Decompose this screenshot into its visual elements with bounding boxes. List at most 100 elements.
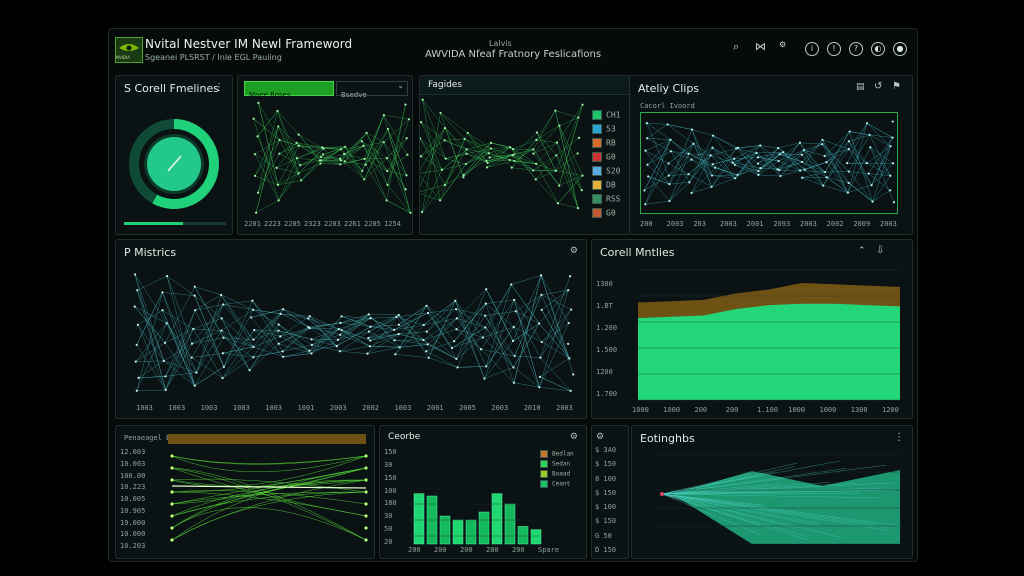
mesh-edge	[311, 329, 340, 354]
mesh-node	[257, 101, 260, 104]
settings-icon[interactable]: ⚙	[779, 40, 786, 49]
mesh-edge	[557, 203, 579, 209]
header-center-title: AWVIDA Nfeaf Fratnory Feslicafions	[425, 49, 602, 60]
bar	[504, 503, 516, 545]
mesh-node	[133, 305, 136, 308]
mesh-node	[426, 343, 429, 346]
bar-x-axis: 200 200 200 200 200 Spare	[408, 546, 559, 556]
mesh-edge	[195, 294, 222, 311]
mesh-node	[821, 138, 824, 142]
mesh-edge	[669, 182, 690, 185]
legend-item[interactable]: G0	[592, 208, 616, 220]
mesh-node	[757, 173, 760, 176]
mesh-edge	[512, 139, 537, 150]
mesh-node	[567, 289, 570, 292]
mesh-node	[369, 325, 372, 328]
legend-item[interactable]: 53	[592, 124, 616, 136]
flow-node	[170, 502, 174, 506]
mesh-node	[511, 339, 515, 343]
legend-swatch	[540, 450, 548, 458]
mesh-node	[781, 151, 785, 154]
mesh-node	[570, 308, 573, 311]
info-icon[interactable]: i	[805, 42, 819, 56]
flow-node	[170, 490, 174, 494]
mesh-edge	[711, 174, 738, 176]
mesh-node	[386, 169, 389, 173]
mesh-edge	[713, 135, 737, 149]
mesh-node	[736, 173, 739, 177]
mesh-edge	[165, 310, 196, 377]
x-tick-label: 200	[694, 406, 708, 414]
search-icon[interactable]: ⌕	[733, 40, 739, 54]
mesh-edge	[456, 303, 486, 330]
mesh-edge	[427, 312, 453, 348]
mesh-edge	[645, 150, 669, 164]
mesh-node	[485, 166, 489, 169]
mesh-node	[687, 173, 690, 176]
legend-item[interactable]: DB	[592, 180, 616, 192]
legend-item[interactable]: G0	[592, 152, 616, 164]
mesh-edge	[484, 299, 515, 379]
notification-icon[interactable]: !	[827, 42, 841, 56]
mesh-edge	[136, 292, 163, 345]
lock-icon[interactable]: ◐	[871, 42, 885, 56]
mesh-node	[165, 322, 168, 325]
top-right-x-axis: 200 2003 203 2003 2001 2093 2003 2002 2009 2003	[640, 220, 900, 230]
mesh-node	[190, 356, 193, 359]
scale-label: $ 150	[595, 460, 617, 469]
mesh-edge	[669, 182, 690, 202]
mesh-node	[755, 151, 758, 155]
nvidia-logo[interactable]: NVIDIA	[115, 37, 143, 63]
mesh-edge	[254, 126, 279, 176]
mesh-node	[714, 166, 717, 169]
bar	[452, 519, 464, 545]
mesh-node	[335, 344, 339, 348]
mesh-edge	[826, 161, 849, 193]
flow-line	[171, 467, 367, 541]
mesh-edge	[444, 174, 464, 186]
mesh-edge	[221, 318, 254, 348]
mesh-node	[368, 345, 372, 348]
mesh-edge	[868, 173, 891, 191]
logo-text: NVIDIA	[116, 55, 130, 60]
mesh-node	[690, 128, 694, 131]
legend-item[interactable]: S20	[592, 166, 620, 178]
bar	[517, 526, 529, 545]
mesh-edge	[428, 357, 458, 368]
mesh-node	[256, 191, 260, 194]
mesh-edge	[669, 153, 689, 185]
scale-settings-icon[interactable]: ⚙	[596, 432, 604, 442]
legend-item[interactable]: Ceant	[540, 480, 570, 492]
mesh-node	[299, 164, 302, 167]
mesh-node	[756, 156, 760, 159]
mesh-edge	[780, 154, 803, 177]
legend-item[interactable]: RB	[592, 138, 616, 150]
mesh-edge	[455, 308, 486, 328]
mesh-edge	[257, 153, 280, 193]
help-icon[interactable]: ?	[849, 42, 863, 56]
mesh-node	[397, 332, 400, 336]
mesh-edge	[423, 329, 457, 341]
mesh-node	[455, 328, 458, 331]
legend-item[interactable]: CH1	[592, 110, 620, 122]
x-tick-label: 2002	[826, 220, 844, 228]
share-icon[interactable]: ⋈	[755, 40, 766, 53]
x-tick-label: 200	[408, 546, 421, 554]
mesh-node	[643, 189, 646, 192]
legend-item[interactable]: RSS	[592, 194, 620, 206]
mesh-edge	[463, 153, 490, 178]
scale-label: 8 100	[595, 474, 617, 483]
mesh-node	[222, 336, 225, 339]
mesh-edge	[456, 329, 483, 338]
mesh-node	[869, 146, 872, 149]
mesh-edge	[253, 336, 281, 348]
mesh-node	[778, 153, 781, 156]
mesh-node	[393, 328, 396, 331]
legend-swatch	[540, 480, 548, 488]
mesh-edge	[422, 99, 441, 201]
mesh-node	[535, 162, 538, 165]
mesh-edge	[646, 122, 668, 125]
user-icon[interactable]: ●	[893, 42, 907, 56]
mesh-node	[382, 114, 385, 117]
mesh-edge	[339, 350, 368, 354]
